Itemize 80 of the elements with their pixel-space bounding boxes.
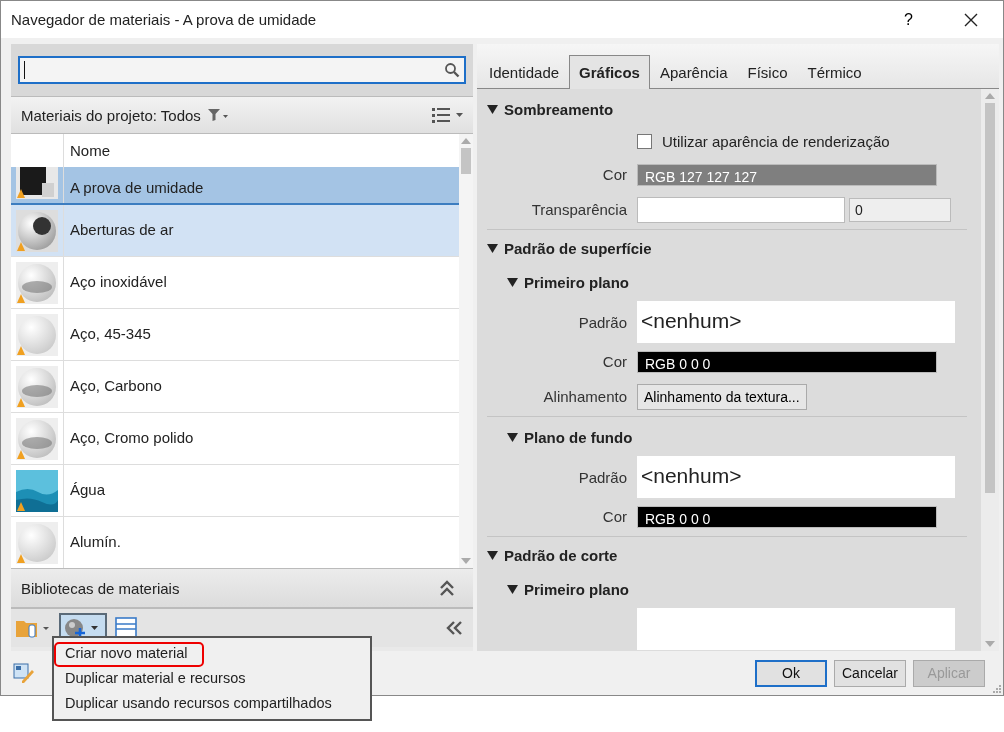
help-button[interactable]: ? [898,9,919,30]
filter-label: Materiais do projeto: Todos [21,106,201,124]
texture-alignment-button[interactable]: Alinhamento da textura... [637,383,807,410]
filter-icon[interactable] [206,108,229,122]
slider-track[interactable] [637,196,845,223]
scrollbar-thumb[interactable] [461,148,471,174]
section-title: Sombreamento [504,100,614,118]
material-thumbnail [16,209,58,252]
material-row[interactable]: Água [11,465,459,517]
search-icon [444,62,460,78]
checkbox[interactable] [637,133,652,149]
color-swatch[interactable]: RGB 127 127 127 [637,163,937,186]
section-title: Padrão de superfície [504,239,652,257]
field-label: Alinhamento [542,388,627,405]
material-thumbnail [16,167,58,199]
menu-item[interactable]: Criar novo material [54,642,204,667]
pattern-field[interactable] [637,608,955,650]
collapse-left-icon[interactable] [445,620,463,636]
material-name: Água [69,480,107,500]
tab[interactable]: Gráficos [569,55,650,89]
tab[interactable]: Aparência [649,55,738,88]
material-name: Aberturas de ar [69,220,175,240]
libraries-label: Bibliotecas de materiais [21,579,181,597]
material-row[interactable]: Aberturas de ar [11,205,459,257]
material-thumbnail [16,313,58,356]
field-label: Padrão [577,468,627,486]
pattern-field[interactable]: <nenhum> [637,301,955,343]
material-row[interactable]: Aço, 45-345 [11,309,459,361]
material-name: Aço inoxidável [69,272,168,292]
material-thumbnail [16,469,58,512]
tab[interactable]: Identidade [479,55,570,88]
resize-grip-icon[interactable] [992,684,1002,694]
color-swatch[interactable]: RGB 0 0 0 [637,350,937,373]
material-row[interactable]: Aço, Carbono [11,361,459,413]
tab[interactable]: Físico [737,55,798,88]
pattern-field[interactable]: <nenhum> [637,456,955,498]
field-label: Cor [601,508,627,525]
dialog-button[interactable]: Cancelar [834,659,906,687]
expand-triangle-icon[interactable] [507,277,518,287]
field-label: Padrão [577,313,627,331]
material-name: Aço, Cromo polido [69,428,195,448]
expand-triangle-icon[interactable] [487,243,498,253]
collapse-up-icon[interactable] [439,580,455,596]
field-label: Transparência [530,201,627,218]
material-thumbnail [16,417,58,460]
material-name: Alumín. [69,532,122,552]
tab[interactable]: Térmico [797,55,872,88]
scrollbar-thumb[interactable] [985,103,995,493]
material-row[interactable]: Aço, Cromo polido [11,413,459,465]
material-name: Aço, Carbono [69,376,163,396]
material-name: Aço, 45-345 [69,324,152,344]
section-title: Padrão de corte [504,546,618,564]
material-thumbnail [16,261,58,304]
material-thumbnail [16,365,58,408]
number-field[interactable]: 0 [849,197,951,222]
expand-triangle-icon[interactable] [507,584,518,594]
dialog-button[interactable]: Ok [755,659,827,687]
column-header[interactable]: Nome [64,134,116,167]
panel-icon[interactable] [115,617,137,639]
material-thumbnail [16,521,58,564]
window-title: Navegador de materiais - A prova de umidade [11,11,318,28]
expand-triangle-icon[interactable] [507,432,518,442]
search-field[interactable] [18,56,466,84]
menu-item[interactable]: Duplicar usando recursos compartilhados [54,692,370,717]
field-label: Cor [601,353,627,370]
field-label: Cor [601,166,627,183]
close-icon[interactable] [964,12,978,27]
expand-triangle-icon[interactable] [487,550,498,560]
list-view-icon[interactable] [431,106,465,124]
edit-icon[interactable] [13,662,35,684]
material-name: A prova de umidade [69,178,205,198]
material-row[interactable]: Aço inoxidável [11,257,459,309]
material-row[interactable]: A prova de umidade [11,167,459,205]
menu-item[interactable]: Duplicar material e recursos [54,667,370,692]
subsection-title: Plano de fundo [524,428,633,446]
color-swatch[interactable]: RGB 0 0 0 [637,505,937,528]
expand-triangle-icon[interactable] [487,104,498,114]
subsection-title: Primeiro plano [524,273,630,291]
checkbox-label: Utilizar aparência de renderização [662,132,890,150]
subsection-title: Primeiro plano [524,580,630,598]
